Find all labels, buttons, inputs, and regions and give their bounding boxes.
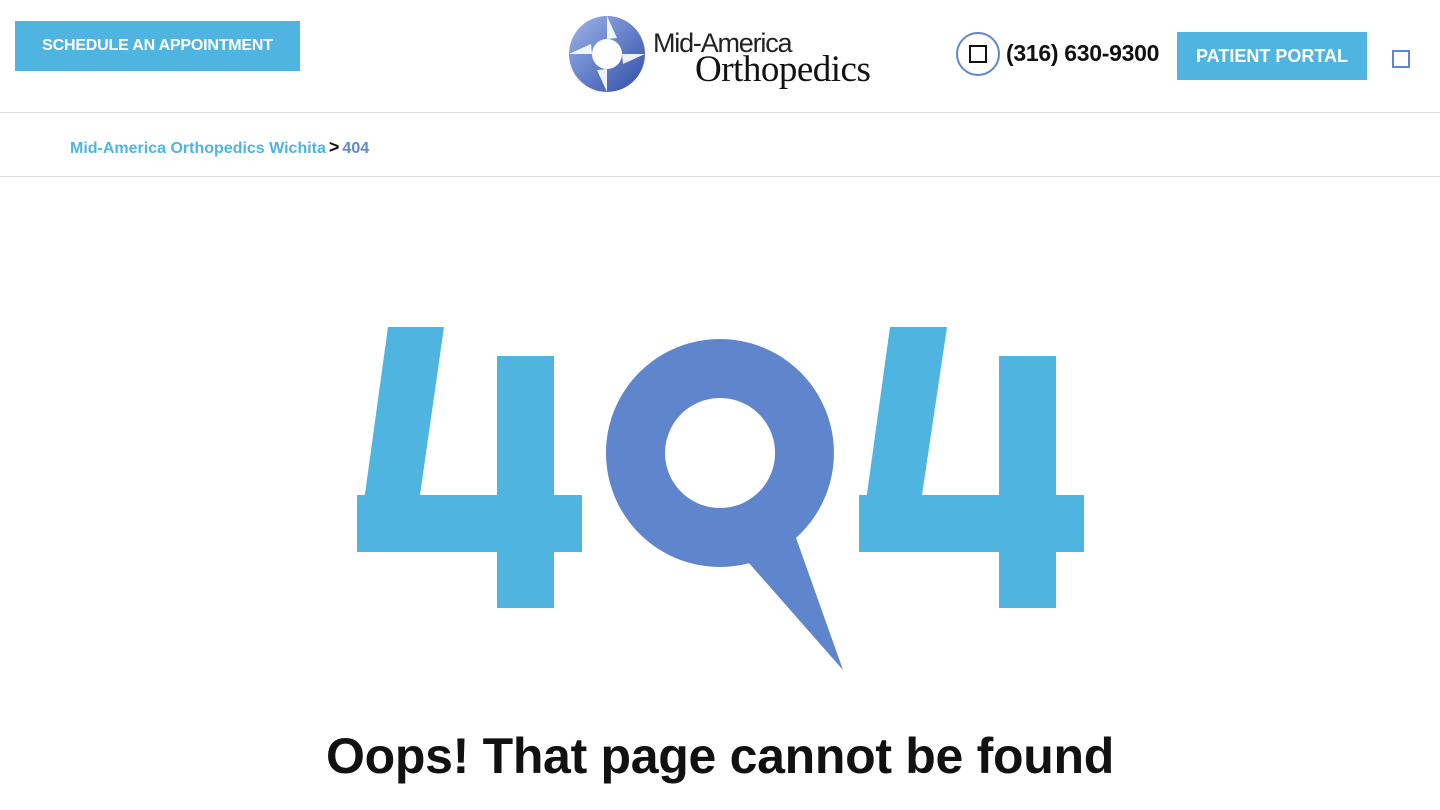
site-logo[interactable]: Mid-America Orthopedics xyxy=(565,12,885,96)
schedule-appointment-button[interactable]: SCHEDULE AN APPOINTMENT xyxy=(15,21,300,71)
breadcrumb: Mid-America Orthopedics Wichita >404 xyxy=(70,137,369,158)
breadcrumb-bar: Mid-America Orthopedics Wichita >404 xyxy=(0,113,1440,177)
breadcrumb-home-link[interactable]: Mid-America Orthopedics Wichita xyxy=(70,140,326,157)
logo-text-line2: Orthopedics xyxy=(695,49,871,90)
site-header: SCHEDULE AN APPOINTMENT Mid-America Orth… xyxy=(0,0,1440,113)
logo-mark-icon xyxy=(569,16,645,92)
digit-four-right xyxy=(859,327,1084,608)
phone-number-link[interactable]: (316) 630-9300 xyxy=(1006,40,1159,67)
phone-icon[interactable] xyxy=(956,32,1000,76)
error-heading: Oops! That page cannot be found xyxy=(326,728,1114,784)
menu-icon[interactable] xyxy=(1392,50,1410,68)
digit-zero-bubble xyxy=(605,339,843,670)
error-404-graphic: 404 xyxy=(357,327,1084,670)
breadcrumb-current: 404 xyxy=(342,140,370,157)
breadcrumb-separator: > xyxy=(328,137,340,157)
patient-portal-button[interactable]: PATIENT PORTAL xyxy=(1177,32,1367,80)
digit-four-left xyxy=(357,327,582,608)
